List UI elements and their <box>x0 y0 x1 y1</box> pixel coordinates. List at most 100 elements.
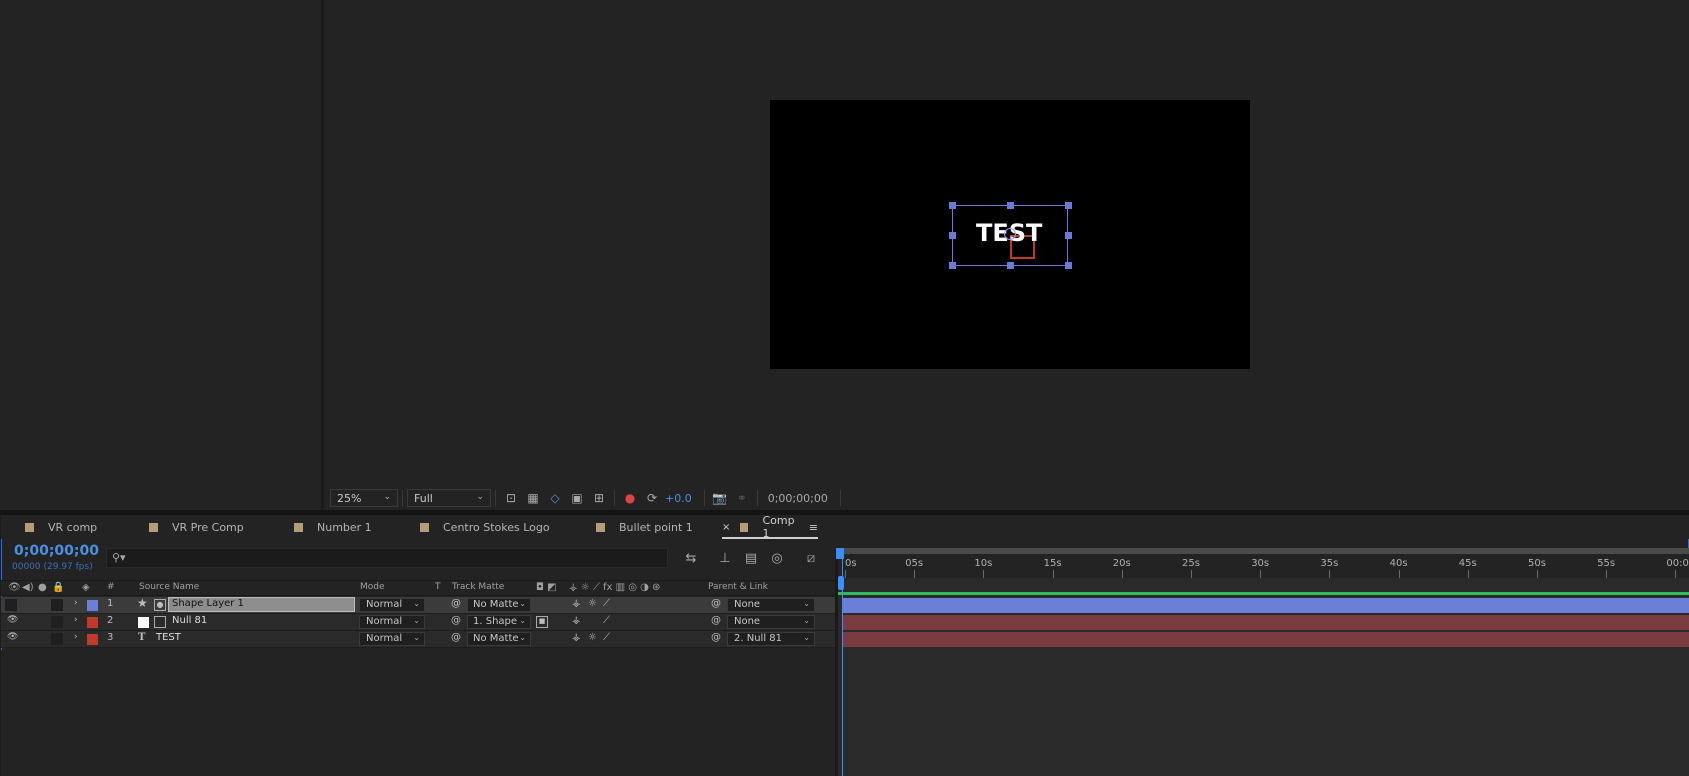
transform-handle[interactable] <box>1007 202 1014 209</box>
tab-vr-comp[interactable]: VR comp <box>25 515 97 539</box>
tab-vr-pre-comp[interactable]: VR Pre Comp <box>149 515 244 539</box>
transform-handle[interactable] <box>949 232 956 239</box>
transparency-grid-icon[interactable]: ▦ <box>525 490 541 506</box>
chevron-right-icon[interactable]: › <box>74 615 78 625</box>
tab-number-1[interactable]: Number 1 <box>294 515 372 539</box>
pick-whip-icon[interactable]: @ <box>711 598 721 609</box>
layer-row[interactable]: 👁 › 2 Null 81 Normal ⌄ @ 1. Shape ⌄ ■ ⚶ … <box>1 614 836 631</box>
transform-handle[interactable] <box>1007 262 1014 269</box>
audio-icon: ◀) <box>22 582 34 593</box>
quality-switch-icon[interactable]: ⟋ <box>603 632 610 643</box>
parent-select[interactable]: 2. Null 81 ⌄ <box>727 632 815 646</box>
shape-layer-icon: ● <box>154 599 166 611</box>
track-matte-select[interactable]: No Matte ⌄ <box>467 598 531 612</box>
divider <box>614 490 615 506</box>
fast-preview-icon[interactable]: ⊡ <box>503 490 519 506</box>
resolution-select[interactable]: Full ⌄ <box>407 489 491 507</box>
transform-handle[interactable] <box>949 262 956 269</box>
label-swatch <box>596 522 605 532</box>
layer-list-empty-area[interactable] <box>1 650 836 776</box>
close-icon[interactable]: × <box>722 522 730 533</box>
lock-toggle[interactable] <box>51 633 63 645</box>
blend-mode-select[interactable]: Normal ⌄ <box>359 598 425 612</box>
visibility-toggle[interactable] <box>5 599 17 611</box>
label-color[interactable] <box>87 617 98 628</box>
track-matte-select[interactable]: No Matte ⌄ <box>467 632 531 646</box>
layer-column-headers: 👁 ◀) ● 🔒 ◈ # Source Name Mode T Track Ma… <box>1 580 836 596</box>
quality-switch-icon[interactable]: ⟋ <box>603 598 610 609</box>
source-name-header[interactable]: Source Name <box>139 582 199 592</box>
parent-select[interactable]: None ⌄ <box>727 615 815 629</box>
pick-whip-icon[interactable]: @ <box>711 632 721 643</box>
lock-toggle[interactable] <box>51 616 63 628</box>
layer-row[interactable]: 👁 › 3 T TEST Normal ⌄ @ No Matte ⌄ ⚶ ☼ ⟋… <box>1 631 836 648</box>
eye-icon[interactable]: 👁 <box>7 615 18 625</box>
quality-switch-icon[interactable]: ⟋ <box>603 615 610 626</box>
shy-switch-icon[interactable]: ⚶ <box>572 598 581 609</box>
playhead-handle[interactable] <box>836 548 844 559</box>
layer-duration-bar[interactable] <box>843 598 1689 613</box>
draft-3d-icon[interactable]: ⊥ <box>716 549 734 567</box>
graph-editor-icon[interactable]: ⧄ <box>802 549 820 567</box>
collapse-switch-icon[interactable]: ☼ <box>588 632 597 643</box>
viewer-toolbar: 25% ⌄ Full ⌄ ⊡ ▦ ◇ ▣ ⊞ ● ⟳ +0.0 📷 ⚭ 0;00… <box>324 486 1689 510</box>
preserve-transparency-icon[interactable]: @ <box>451 598 461 609</box>
mask-path-icon[interactable]: ◇ <box>547 490 563 506</box>
eye-icon[interactable]: 👁 <box>7 632 18 642</box>
layer-name[interactable]: TEST <box>156 632 181 643</box>
label-color[interactable] <box>87 600 98 611</box>
shy-switch-icon[interactable]: ⚶ <box>572 632 581 643</box>
pick-whip-icon[interactable]: @ <box>711 615 721 626</box>
collapse-switch-icon[interactable]: ☼ <box>588 598 597 609</box>
transform-handle[interactable] <box>1065 202 1072 209</box>
layer-search-input[interactable] <box>106 548 668 568</box>
viewer-timecode[interactable]: 0;00;00;00 <box>768 492 828 505</box>
chevron-right-icon[interactable]: › <box>74 632 78 642</box>
preserve-transparency-icon[interactable]: @ <box>451 615 461 626</box>
current-time-display[interactable]: 0;00;00;00 <box>14 543 99 559</box>
tab-comp-1[interactable]: × Comp 1 ≡ <box>722 514 818 540</box>
layer-duration-bar[interactable] <box>843 632 1689 647</box>
layer-name[interactable]: Shape Layer 1 <box>168 597 355 612</box>
layer-duration-bar[interactable] <box>843 615 1689 630</box>
anchor-point-icon[interactable] <box>1004 228 1016 240</box>
panel-menu-icon[interactable]: ≡ <box>809 521 818 534</box>
show-snapshot-icon[interactable]: ⚭ <box>734 490 750 506</box>
snapshot-icon[interactable]: 📷 <box>712 490 728 506</box>
reset-exposure-icon[interactable]: ⟳ <box>644 490 660 506</box>
frame-blending-icon[interactable]: ◎ <box>768 549 786 567</box>
parent-link-header: Parent & Link <box>708 582 768 592</box>
layer-name[interactable]: Null 81 <box>172 615 207 626</box>
switches-icons: ◘ ◩ <box>536 582 557 593</box>
parent-select[interactable]: None ⌄ <box>727 598 815 612</box>
label-color[interactable] <box>87 634 98 645</box>
shy-switch-icon[interactable]: ⚶ <box>572 615 581 626</box>
layer-number: 3 <box>107 632 114 643</box>
region-of-interest-icon[interactable]: ▣ <box>569 490 585 506</box>
grid-guides-icon[interactable]: ⊞ <box>591 490 607 506</box>
chevron-down-icon: ⌄ <box>519 633 526 642</box>
null-color-swatch <box>138 617 149 628</box>
layer-row[interactable]: › 1 ★ ● Shape Layer 1 Normal ⌄ @ No Matt… <box>1 596 836 614</box>
zoom-select[interactable]: 25% ⌄ <box>330 489 398 507</box>
composition-mini-flowchart-icon[interactable]: ⇆ <box>682 549 700 567</box>
tab-bullet-point-1[interactable]: Bullet point 1 <box>596 515 693 539</box>
work-area-bar[interactable] <box>839 548 1689 554</box>
transform-handle[interactable] <box>1065 262 1072 269</box>
tab-centro-stokes-logo[interactable]: Centro Stokes Logo <box>420 515 550 539</box>
track-matte-select[interactable]: 1. Shape ⌄ <box>467 615 531 629</box>
chevron-right-icon[interactable]: › <box>74 598 78 608</box>
blend-mode-select[interactable]: Normal ⌄ <box>359 615 425 629</box>
hide-shy-layers-icon[interactable]: ▤ <box>742 549 760 567</box>
ruler-tick <box>1398 570 1400 578</box>
transform-handle[interactable] <box>1065 232 1072 239</box>
blend-mode-select[interactable]: Normal ⌄ <box>359 632 425 646</box>
ruler-tick-label: 35s <box>1320 558 1339 569</box>
preserve-transparency-icon[interactable]: @ <box>451 632 461 643</box>
color-channel-icon[interactable]: ● <box>622 490 638 506</box>
playhead-marker[interactable] <box>838 576 844 590</box>
transform-handle[interactable] <box>949 202 956 209</box>
lock-toggle[interactable] <box>51 599 63 611</box>
matte-alpha-icon[interactable]: ■ <box>536 616 548 628</box>
exposure-value[interactable]: +0.0 <box>665 492 692 505</box>
